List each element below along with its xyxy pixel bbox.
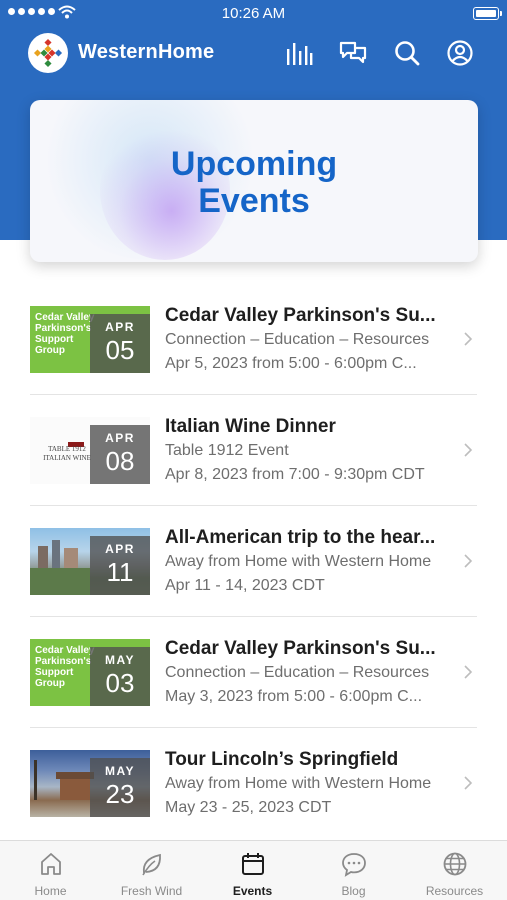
chevron-right-icon — [464, 443, 473, 457]
chevron-right-icon — [464, 665, 473, 679]
event-thumbnail: APR 11 — [30, 528, 150, 595]
event-thumbnail: TABLE 1912 ITALIAN WINE APR 08 — [30, 417, 150, 484]
event-row[interactable]: Cedar Valley Parkinson's Support Group A… — [0, 284, 507, 395]
tab-home[interactable]: Home — [0, 841, 101, 900]
date-badge: APR 11 — [90, 536, 150, 595]
event-date: Apr 11 - 14, 2023 CDT — [165, 577, 325, 594]
event-thumbnail: Cedar Valley Parkinson's Support Group A… — [30, 306, 150, 373]
status-time: 10:26 AM — [221, 5, 286, 22]
date-badge: APR 08 — [90, 425, 150, 484]
chat-icon[interactable] — [338, 38, 368, 68]
date-badge: APR 05 — [90, 314, 150, 373]
globe-icon — [443, 852, 467, 876]
event-date: May 23 - 25, 2023 CDT — [165, 799, 332, 816]
tab-bar: Home Fresh Wind Events Blog Resources — [0, 840, 507, 900]
event-list: Cedar Valley Parkinson's Support Group A… — [0, 284, 507, 839]
home-icon — [41, 853, 61, 875]
date-badge: MAY 03 — [90, 647, 150, 706]
event-date: Apr 8, 2023 from 7:00 - 9:30pm CDT — [165, 466, 425, 483]
upcoming-events-banner[interactable]: Upcoming Events — [30, 100, 478, 262]
battery-icon — [473, 7, 502, 20]
event-subtitle: Connection – Education – Resources — [165, 331, 430, 348]
event-row[interactable]: MAY 23 Tour Lincoln’s Springfield Away f… — [0, 728, 507, 839]
chart-icon[interactable] — [284, 38, 314, 68]
chat-bubble-icon — [342, 853, 366, 877]
event-subtitle: Away from Home with Western Home — [165, 775, 432, 792]
event-title: Tour Lincoln’s Springfield — [165, 749, 399, 770]
chevron-right-icon — [464, 554, 473, 568]
search-icon[interactable] — [392, 38, 422, 68]
chevron-right-icon — [464, 332, 473, 346]
event-title: Cedar Valley Parkinson's Su... — [165, 305, 436, 326]
tab-blog[interactable]: Blog — [303, 841, 404, 900]
app-logo[interactable] — [28, 33, 68, 73]
app-title: WesternHome — [78, 41, 215, 63]
app-bar: WesternHome — [0, 30, 507, 76]
event-title: All-American trip to the hear... — [165, 527, 436, 548]
event-row[interactable]: Cedar Valley Parkinson's Support Group M… — [0, 617, 507, 728]
event-row[interactable]: TABLE 1912 ITALIAN WINE APR 08 Italian W… — [0, 395, 507, 506]
date-badge: MAY 23 — [90, 758, 150, 817]
chevron-right-icon — [464, 776, 473, 790]
tab-resources[interactable]: Resources — [404, 841, 505, 900]
event-thumbnail: Cedar Valley Parkinson's Support Group M… — [30, 639, 150, 706]
calendar-icon — [242, 853, 264, 875]
account-icon[interactable] — [445, 38, 475, 68]
leaf-icon — [142, 853, 161, 876]
banner-title: Upcoming Events — [170, 145, 338, 220]
logo-icon — [33, 38, 63, 68]
event-title: Cedar Valley Parkinson's Su... — [165, 638, 436, 659]
event-subtitle: Away from Home with Western Home — [165, 553, 432, 570]
event-title: Italian Wine Dinner — [165, 416, 336, 437]
event-subtitle: Connection – Education – Resources — [165, 664, 430, 681]
status-bar: 10:26 AM — [0, 0, 507, 28]
event-row[interactable]: APR 11 All-American trip to the hear... … — [0, 506, 507, 617]
event-date: Apr 5, 2023 from 5:00 - 6:00pm C... — [165, 355, 417, 372]
tab-fresh-wind[interactable]: Fresh Wind — [101, 841, 202, 900]
event-date: May 3, 2023 from 5:00 - 6:00pm C... — [165, 688, 423, 705]
event-subtitle: Table 1912 Event — [165, 442, 289, 459]
tab-events[interactable]: Events — [202, 841, 303, 900]
event-thumbnail: MAY 23 — [30, 750, 150, 817]
